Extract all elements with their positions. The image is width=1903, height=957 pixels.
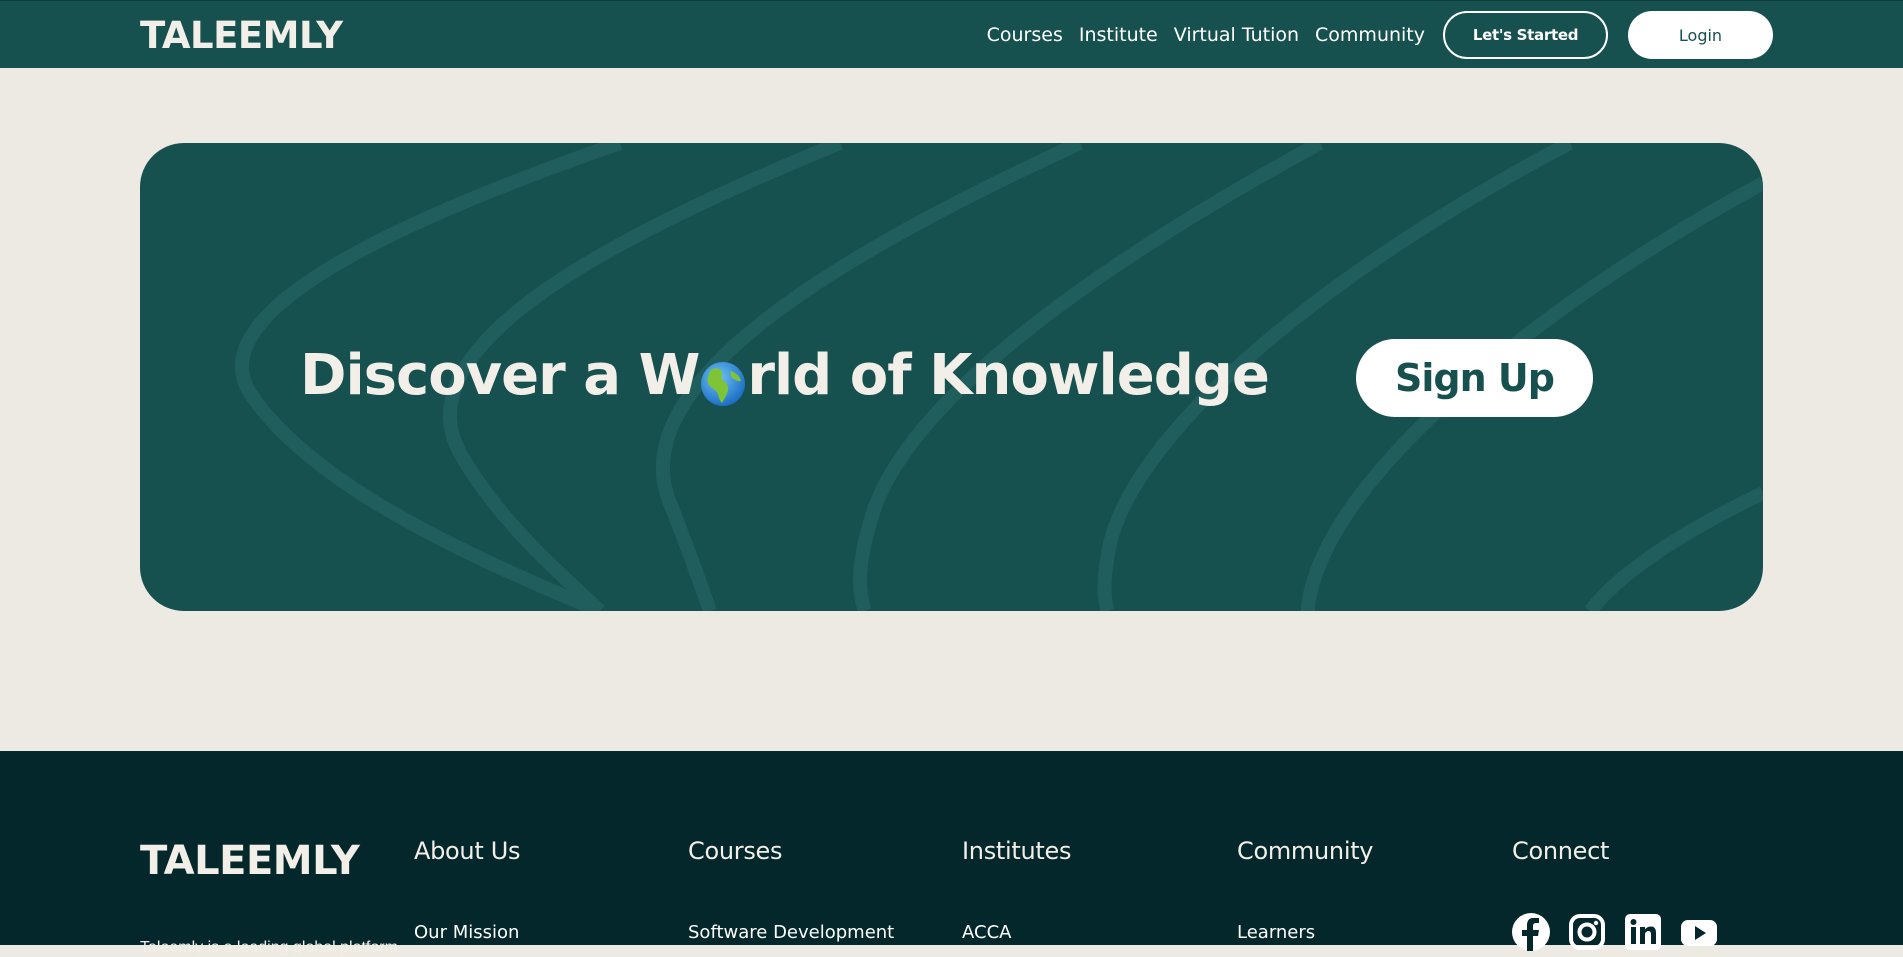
footer-link-learners[interactable]: Learners [1237,922,1373,943]
hero-title-part1: Discover a W [300,343,700,408]
site-logo[interactable]: TALEEMLY [140,14,343,57]
sign-up-button[interactable]: Sign Up [1356,339,1593,417]
footer-tagline: Taleemly is a leading global platform [140,939,398,956]
footer-col-title: Courses [688,837,783,865]
footer-col-title: Community [1237,837,1374,865]
nav-institute[interactable]: Institute [1079,24,1158,46]
footer-col-connect: Connect [1512,837,1736,951]
main-nav: Courses Institute Virtual Tution Communi… [971,11,1773,59]
footer-col-courses: Courses Software Development [688,837,894,943]
linkedin-icon[interactable] [1624,913,1662,951]
login-button[interactable]: Login [1628,11,1773,59]
hero-title: Discover a W rld of Knowledge [300,343,1270,408]
footer-col-title: About Us [414,837,521,865]
lets-started-button[interactable]: Let's Started [1443,11,1608,59]
footer-logo[interactable]: TALEEMLY [140,838,360,884]
top-navbar: TALEEMLY Courses Institute Virtual Tutio… [0,0,1903,68]
footer-col-about: About Us Our Mission [414,837,521,943]
footer-col-community: Community Learners [1237,837,1374,943]
footer-col-title: Institutes [962,837,1072,865]
footer-link-our-mission[interactable]: Our Mission [414,922,520,943]
footer-col-institutes: Institutes ACCA [962,837,1071,943]
globe-icon [700,356,746,406]
youtube-icon[interactable] [1680,913,1718,951]
hero-banner: Discover a W rld of Knowledge Sign Up [140,143,1763,611]
site-footer: TALEEMLY Taleemly is a leading global pl… [0,751,1903,956]
nav-community[interactable]: Community [1315,24,1425,46]
footer-col-title: Connect [1512,837,1610,865]
facebook-icon[interactable] [1512,913,1550,951]
nav-virtual-tution[interactable]: Virtual Tution [1174,24,1299,46]
footer-link-software-development[interactable]: Software Development [688,922,894,943]
social-links [1512,913,1736,951]
instagram-icon[interactable] [1568,913,1606,951]
hero-title-part2: rld of Knowledge [747,343,1270,408]
footer-link-acca[interactable]: ACCA [962,922,1071,943]
nav-courses[interactable]: Courses [987,24,1063,46]
